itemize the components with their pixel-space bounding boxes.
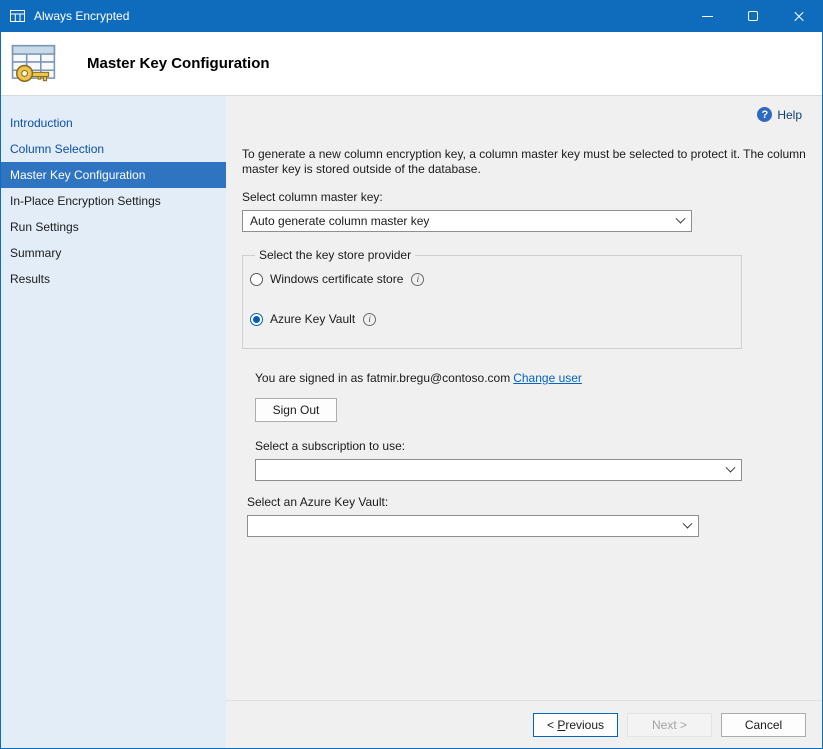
help-label: Help [777,108,802,122]
sidebar-item-results: Results [1,266,226,292]
minimize-button[interactable] [684,0,730,32]
wizard-footer: < Previous Next > Cancel [226,700,822,748]
maximize-icon [748,11,758,21]
next-button: Next > [627,713,712,737]
sidebar-item-introduction[interactable]: Introduction [1,110,226,136]
sidebar-item-in-place-encryption-settings: In-Place Encryption Settings [1,188,226,214]
window-controls [684,0,822,32]
radio-label: Azure Key Vault [270,312,355,326]
vault-section: Select an Azure Key Vault: [247,495,822,537]
radio-option-windows-certificate-store[interactable]: Windows certificate store i [250,272,731,286]
key-store-provider-title: Select the key store provider [255,248,415,262]
main-panel: Help To generate a new column encryption… [226,96,822,748]
wizard-header: Master Key Configuration [1,32,822,96]
minimize-icon [702,16,713,17]
radio-button[interactable] [250,313,263,326]
title-bar: Always Encrypted [1,0,822,32]
master-key-value: Auto generate column master key [250,214,671,228]
signin-text: You are signed in as fatmir.bregu@contos… [255,371,510,385]
help-link[interactable]: Help [757,107,802,122]
provider-options: Windows certificate storeiAzure Key Vaul… [249,272,731,326]
info-icon[interactable]: i [363,313,376,326]
app-icon [10,9,26,24]
change-user-link[interactable]: Change user [513,371,582,385]
vault-label: Select an Azure Key Vault: [247,495,822,509]
radio-label: Windows certificate store [270,272,403,286]
sidebar-item-run-settings: Run Settings [1,214,226,240]
window-title: Always Encrypted [34,9,129,23]
chevron-down-icon [678,523,696,530]
vault-dropdown[interactable] [247,515,699,537]
info-icon[interactable]: i [411,273,424,286]
previous-label-prefix: < [547,718,557,732]
always-encrypted-window: Always Encrypted Master Key Configu [0,0,823,749]
chevron-down-icon [671,218,689,225]
sidebar-item-master-key-configuration[interactable]: Master Key Configuration [1,162,226,188]
previous-button[interactable]: < Previous [533,713,618,737]
subscription-label: Select a subscription to use: [255,439,822,453]
master-key-configuration-page: To generate a new column encryption key,… [226,122,822,700]
wizard-steps: IntroductionColumn SelectionMaster Key C… [1,96,226,748]
close-icon [793,10,805,22]
radio-button[interactable] [250,273,263,286]
chevron-down-icon [721,467,739,474]
previous-label-rest: revious [565,718,604,732]
maximize-button[interactable] [730,0,776,32]
master-key-label: Select column master key: [242,190,822,204]
sidebar-item-summary: Summary [1,240,226,266]
intro-text: To generate a new column encryption key,… [242,147,810,177]
sign-out-button[interactable]: Sign Out [255,398,337,422]
close-button[interactable] [776,0,822,32]
help-icon [757,107,772,122]
radio-option-azure-key-vault[interactable]: Azure Key Vault i [250,312,731,326]
table-key-icon [11,42,57,86]
master-key-dropdown[interactable]: Auto generate column master key [242,210,692,232]
subscription-section: Select a subscription to use: [255,439,822,481]
key-store-provider-group: Select the key store provider Windows ce… [242,248,742,349]
signin-status: You are signed in as fatmir.bregu@contos… [255,371,822,385]
page-title: Master Key Configuration [87,55,270,72]
subscription-dropdown[interactable] [255,459,742,481]
sidebar-item-column-selection[interactable]: Column Selection [1,136,226,162]
cancel-button[interactable]: Cancel [721,713,806,737]
